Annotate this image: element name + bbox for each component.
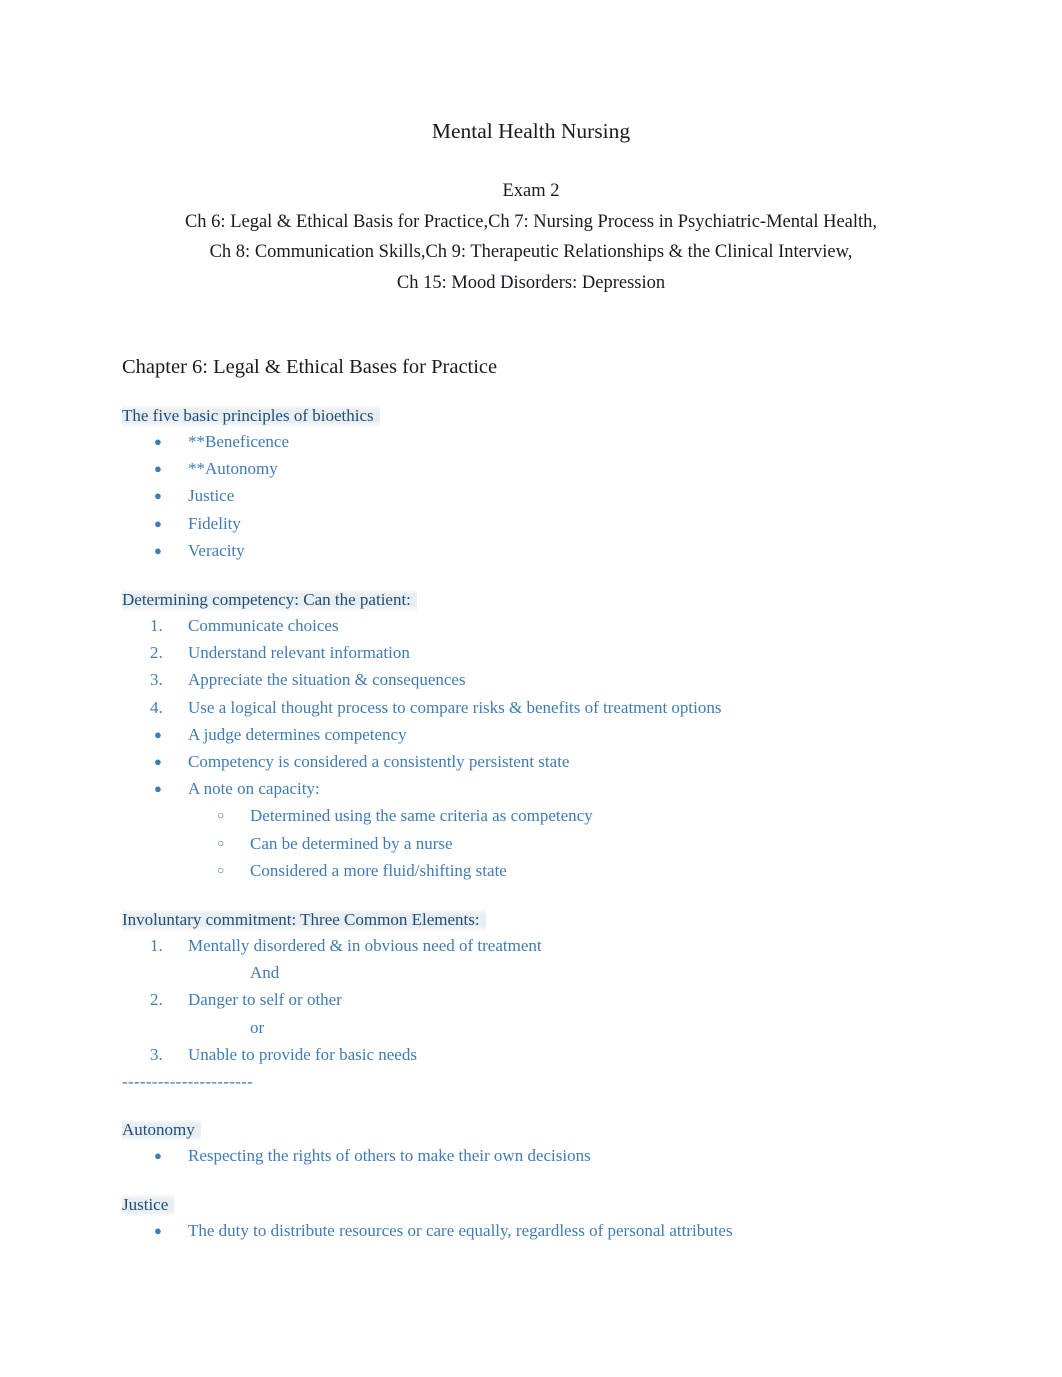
subheading-justice-text: Justice xyxy=(122,1194,175,1218)
list-item-label: Competency is considered a consistently … xyxy=(188,752,570,772)
subheading-bioethics-text: The five basic principles of bioethics xyxy=(122,405,380,428)
subheading-competency-text: Determining competency: Can the patient: xyxy=(122,589,417,613)
subheading-competency: Determining competency: Can the patient: xyxy=(122,564,940,613)
list-item-label: A note on capacity: xyxy=(188,779,320,799)
section-divider: ---------------------- xyxy=(122,1072,254,1092)
list-item-label: Use a logical thought process to compare… xyxy=(188,697,722,717)
bioethics-list: ● **Beneficence ● **Autonomy ● Justice ● Fid… xyxy=(122,428,940,564)
list-number: 2. xyxy=(150,990,163,1010)
list-item: 2. Understand relevant information xyxy=(122,639,940,666)
list-item-label: **Autonomy xyxy=(188,459,278,479)
list-item: ● **Beneficence xyxy=(122,428,940,455)
bullet-icon: ● xyxy=(154,781,162,797)
list-item-label: Respecting the rights of others to make … xyxy=(188,1146,591,1166)
list-item-label: Justice xyxy=(188,486,235,506)
list-number: 1. xyxy=(150,936,163,956)
bullet-icon: ● xyxy=(154,488,162,504)
subheading-autonomy: Autonomy xyxy=(122,1094,940,1143)
list-item: 4. Use a logical thought process to compa… xyxy=(122,694,940,721)
list-item: ● Competency is considered a consistently… xyxy=(122,748,940,775)
competency-list: 1. Communicate choices 2. Understand relev… xyxy=(122,612,940,884)
connector-and: And xyxy=(250,963,280,983)
list-item: ● Respecting the rights of others to make… xyxy=(122,1142,940,1169)
hollow-bullet-icon: ○ xyxy=(217,835,225,850)
list-item: ● A note on capacity: xyxy=(122,775,940,802)
list-item: 1. Communicate choices xyxy=(122,612,940,639)
bullet-icon: ● xyxy=(154,754,162,770)
sub-list-item-label: Determined using the same criteria as co… xyxy=(250,806,593,826)
hollow-bullet-icon: ○ xyxy=(217,808,225,823)
list-item: 2. Danger to self or other xyxy=(122,986,940,1013)
list-item-label: Understand relevant information xyxy=(188,643,410,663)
list-item: 3. Unable to provide for basic needs xyxy=(122,1041,940,1068)
list-item-label: Unable to provide for basic needs xyxy=(188,1044,417,1064)
list-item: ● **Autonomy xyxy=(122,455,940,482)
bullet-icon: ● xyxy=(154,461,162,477)
subheading-involuntary-commitment-text: Involuntary commitment: Three Common Ele… xyxy=(122,909,486,933)
bullet-icon: ● xyxy=(154,434,162,449)
list-item-label: A judge determines competency xyxy=(188,724,407,744)
justice-list: ● The duty to distribute resources or car… xyxy=(122,1217,940,1244)
list-item: ● Veracity xyxy=(122,537,940,564)
list-item-label: Communicate choices xyxy=(188,616,339,636)
list-number: 4. xyxy=(150,697,163,717)
list-item: 3. Appreciate the situation & consequence… xyxy=(122,666,940,693)
connector-or: or xyxy=(250,1017,265,1037)
bullet-icon: ● xyxy=(154,515,162,531)
commitment-list: 1. Mentally disordered & in obvious need … xyxy=(122,932,940,1068)
list-item: 1. Mentally disordered & in obvious need … xyxy=(122,932,940,959)
autonomy-list: ● Respecting the rights of others to make… xyxy=(122,1142,940,1169)
sub-list-item-label: Considered a more fluid/shifting state xyxy=(250,860,507,880)
list-item-label: Mentally disordered & in obvious need of… xyxy=(188,936,542,956)
hollow-bullet-icon: ○ xyxy=(217,862,225,877)
subheading-autonomy-text: Autonomy xyxy=(122,1119,201,1143)
bullet-icon: ● xyxy=(154,726,162,742)
chapter-scope-line-1: Ch 6: Legal & Ethical Basis for Practice… xyxy=(184,211,878,232)
subheading-involuntary-commitment: Involuntary commitment: Three Common Ele… xyxy=(122,884,940,933)
list-item-label: Appreciate the situation & consequences xyxy=(188,670,466,690)
list-item-label: Fidelity xyxy=(188,513,241,533)
list-item-label: Danger to self or other xyxy=(188,990,342,1010)
chapter-scope-line-2: Ch 8: Communication Skills,Ch 9: Therape… xyxy=(209,242,853,262)
bullet-icon: ● xyxy=(154,1148,162,1164)
chapter-heading: Chapter 6: Legal & Ethical Bases for Pra… xyxy=(122,356,498,378)
title-block: Mental Health Nursing Exam 2 Ch 6: Legal… xyxy=(122,0,940,298)
list-item: ● Fidelity xyxy=(122,510,940,537)
list-item-label: The duty to distribute resources or care… xyxy=(188,1221,733,1241)
bullet-icon: ● xyxy=(154,542,162,558)
sub-list-item-label: Can be determined by a nurse xyxy=(250,833,453,853)
sub-list-item: ○ Considered a more fluid/shifting state xyxy=(122,857,940,884)
list-number: 1. xyxy=(150,616,163,636)
chapter-scope-line-3: Ch 15: Mood Disorders: Depression xyxy=(396,272,666,293)
list-item: ● The duty to distribute resources or car… xyxy=(122,1217,940,1244)
list-item: ● A judge determines competency xyxy=(122,721,940,748)
document-title: Mental Health Nursing xyxy=(431,119,631,143)
list-number: 3. xyxy=(150,1044,163,1064)
list-item-label: Veracity xyxy=(188,540,245,560)
sub-list-item: ○ Determined using the same criteria as c… xyxy=(122,802,940,829)
document-page: Mental Health Nursing Exam 2 Ch 6: Legal… xyxy=(0,0,1062,1377)
list-item-label: **Beneficence xyxy=(188,432,289,451)
list-number: 2. xyxy=(150,643,163,663)
bullet-icon: ● xyxy=(154,1223,162,1239)
list-item: ● Justice xyxy=(122,482,940,509)
exam-label: Exam 2 xyxy=(502,181,560,201)
list-number: 3. xyxy=(150,670,163,690)
subheading-justice: Justice xyxy=(122,1169,940,1218)
sub-list-item: ○ Can be determined by a nurse xyxy=(122,830,940,857)
subheading-bioethics: The five basic principles of bioethics xyxy=(122,380,940,428)
